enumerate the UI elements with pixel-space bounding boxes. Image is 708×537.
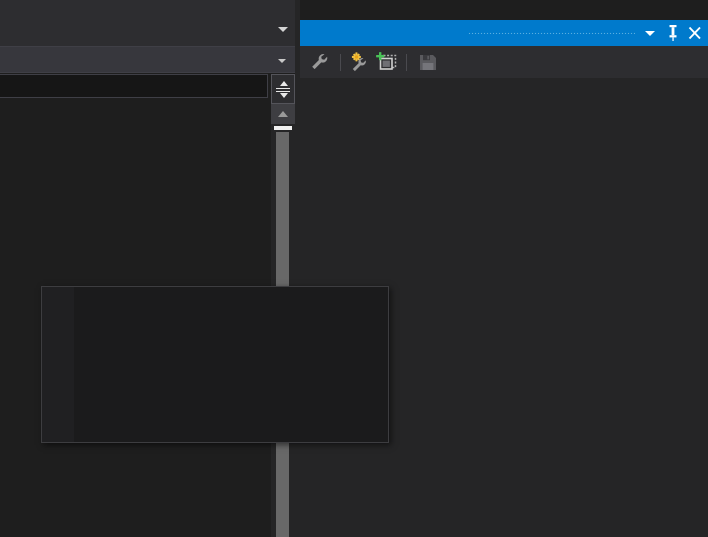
splitter-grip[interactable]: [271, 74, 295, 104]
chevron-down-icon: [645, 31, 655, 36]
tool-window-titlebar[interactable]: [300, 20, 708, 46]
tool-window-toolbar: [300, 46, 708, 78]
triangle-up-icon: [278, 111, 288, 117]
splitter-line-icon: [276, 91, 290, 92]
editor-search-input[interactable]: [0, 74, 268, 98]
splitter-up-arrow-icon: [280, 81, 288, 86]
editor-pane: [0, 0, 300, 537]
context-menu-icon-gutter: [42, 287, 74, 442]
context-menu[interactable]: [41, 286, 389, 443]
tool-window-tabstrip: [300, 521, 708, 537]
pin-icon: [669, 25, 677, 41]
add-existing-property-sheet-icon[interactable]: [376, 51, 400, 73]
splitter-line-icon: [276, 88, 290, 89]
close-icon: [688, 26, 701, 40]
toolbar-separator: [340, 54, 341, 71]
close-button[interactable]: [684, 20, 706, 46]
scrollbar-top-marker: [274, 126, 292, 130]
editor-navigation-bar: [0, 0, 300, 46]
window-menu-button[interactable]: [640, 20, 662, 46]
scroll-up-button[interactable]: [271, 104, 295, 124]
editor-combo-box[interactable]: [0, 46, 297, 73]
save-icon: [416, 51, 440, 73]
app-root: [0, 0, 708, 537]
property-manager-tool-window: [300, 20, 708, 537]
splitter-down-arrow-icon: [280, 93, 288, 98]
titlebar-drag-dots: [468, 32, 635, 34]
chevron-down-icon[interactable]: [278, 59, 286, 63]
add-new-project-property-sheet-icon[interactable]: [348, 51, 372, 73]
chevron-down-icon[interactable]: [278, 27, 288, 32]
properties-wrench-icon[interactable]: [308, 51, 332, 73]
auto-hide-pin-button[interactable]: [662, 20, 684, 46]
toolbar-separator: [406, 54, 407, 71]
